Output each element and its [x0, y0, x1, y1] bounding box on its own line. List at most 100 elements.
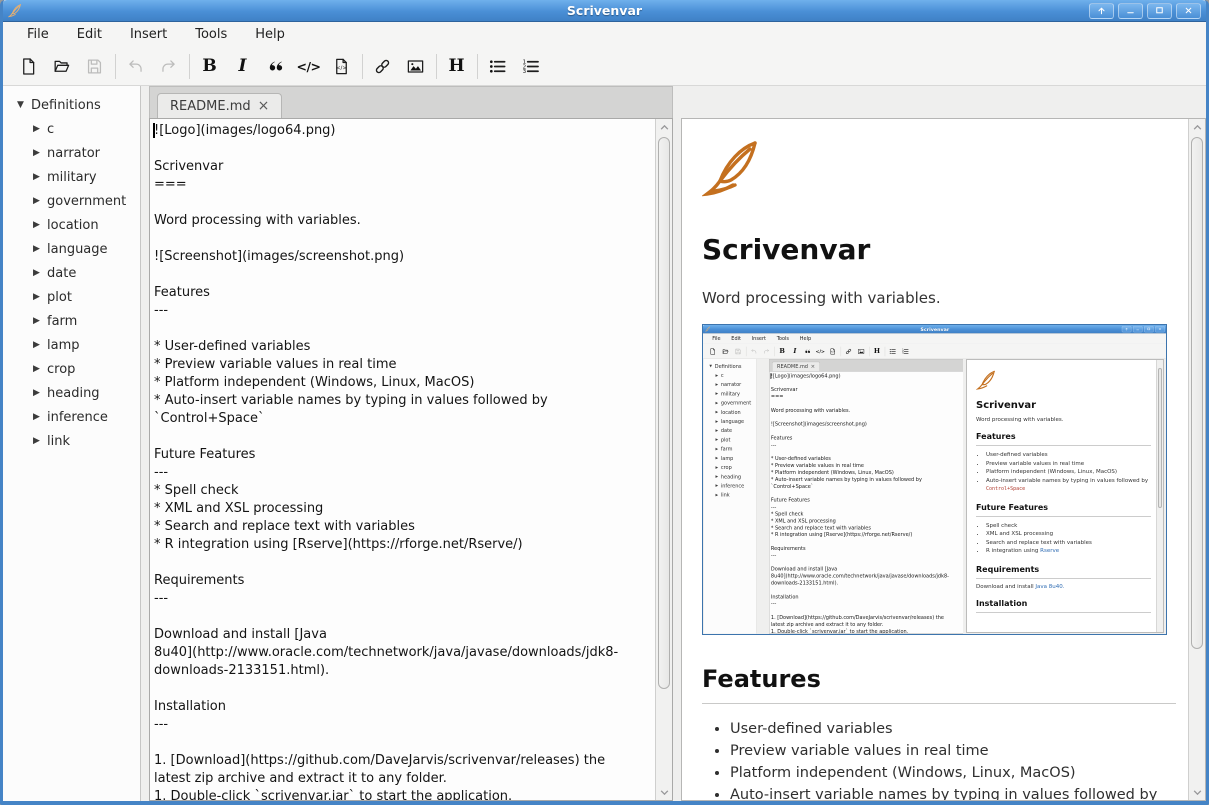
close-button[interactable]: [1176, 3, 1201, 19]
bold-button[interactable]: B: [196, 53, 223, 80]
chevron-collapsed-icon[interactable]: ▶: [33, 364, 47, 374]
features-heading: Features: [702, 665, 1176, 704]
menu-item[interactable]: Help: [241, 24, 299, 45]
scrollbar-thumb[interactable]: [1191, 137, 1203, 649]
maximize-button[interactable]: [1147, 3, 1172, 19]
chevron-collapsed-icon[interactable]: ▶: [33, 268, 47, 278]
chevron-collapsed-icon[interactable]: ▶: [33, 196, 47, 206]
save-file-button[interactable]: [81, 53, 108, 80]
mini-list-item: Preview variable values in real time: [986, 460, 1151, 469]
mini-tree-item-label: plot: [721, 437, 731, 443]
tree-item[interactable]: ▶ plot: [3, 285, 140, 309]
mini-definitions-sidebar: ▼ Definitions ▶ c ▶ narrator ▶ military …: [704, 359, 757, 634]
mini-maximize-button: [1144, 326, 1154, 332]
editor-scrollbar[interactable]: [655, 119, 672, 800]
italic-button[interactable]: I: [229, 53, 256, 80]
chevron-collapsed-icon[interactable]: ▶: [33, 244, 47, 254]
new-file-button[interactable]: [15, 53, 42, 80]
chevron-expanded-icon[interactable]: ▼: [17, 100, 31, 110]
tree-item[interactable]: ▶ location: [3, 213, 140, 237]
tree-item[interactable]: ▶ heading: [3, 381, 140, 405]
scroll-down-icon[interactable]: [1189, 784, 1205, 800]
heading-button[interactable]: H: [443, 53, 470, 80]
chevron-collapsed-icon[interactable]: ▶: [33, 316, 47, 326]
embedded-screenshot: Scrivenvar FileEditInsertToolsHelp: [702, 324, 1167, 635]
chevron-collapsed-icon[interactable]: ▶: [33, 148, 47, 158]
scrollbar-thumb[interactable]: [658, 137, 670, 689]
mini-editor-line: Features: [771, 435, 962, 442]
markdown-text-area[interactable]: ![Logo](images/logo64.png)Scrivenvar===W…: [150, 119, 655, 800]
mini-editor-line: * R integration using [Rserve](https://r…: [771, 532, 962, 539]
preview-scrollbar[interactable]: [1188, 119, 1205, 800]
chevron-collapsed-icon[interactable]: ▶: [33, 436, 47, 446]
code-block-button[interactable]: </>: [328, 53, 355, 80]
tree-item[interactable]: ▶ narrator: [3, 141, 140, 165]
menu-item[interactable]: Insert: [116, 24, 181, 45]
mini-editor-line: [771, 608, 962, 615]
mini-tree-item-label: crop: [721, 465, 732, 471]
menu-item[interactable]: Tools: [181, 24, 241, 45]
tree-item-label: c: [47, 122, 54, 137]
tab-readme[interactable]: README.md ×: [157, 93, 282, 118]
image-button[interactable]: [402, 53, 429, 80]
tree-item[interactable]: ▶ lamp: [3, 333, 140, 357]
mini-minimize-icon: [1136, 327, 1140, 331]
mini-editor-line: [771, 428, 962, 435]
undo-button[interactable]: [122, 53, 149, 80]
mini-list-item: XML and XSL processing: [986, 530, 1151, 539]
tree-item-definitions[interactable]: ▼ Definitions: [3, 93, 140, 117]
mini-tree-item-label: narrator: [721, 382, 741, 388]
editor-line: Future Features: [154, 446, 653, 464]
chevron-collapsed-icon[interactable]: ▶: [33, 412, 47, 422]
mini-tree-children: ▶ c ▶ narrator ▶ military ▶ government ▶…: [704, 371, 757, 500]
tab-close-icon[interactable]: ×: [258, 99, 270, 113]
minimize-button[interactable]: [1118, 3, 1143, 19]
mini-preview-title: Scrivenvar: [976, 400, 1151, 411]
scroll-down-icon[interactable]: [656, 784, 672, 800]
link-button[interactable]: [369, 53, 396, 80]
titlebar[interactable]: Scrivenvar: [3, 0, 1206, 22]
mini-link-icon: [845, 348, 852, 355]
tree-item[interactable]: ▶ inference: [3, 405, 140, 429]
tree-item[interactable]: ▶ government: [3, 189, 140, 213]
menu-item[interactable]: File: [13, 24, 63, 45]
mini-editor-line: latest zip archive and extract it to any…: [771, 621, 962, 628]
feature-item: Auto-insert variable names by typing in …: [730, 784, 1178, 800]
tree-item[interactable]: ▶ farm: [3, 309, 140, 333]
shade-window-button[interactable]: [1089, 3, 1114, 19]
link-icon: [373, 57, 392, 76]
tree-item[interactable]: ▶ military: [3, 165, 140, 189]
blockquote-button[interactable]: [262, 53, 289, 80]
menu-item[interactable]: Edit: [63, 24, 116, 45]
mini-code-block-button: </>: [828, 346, 838, 356]
tree-item[interactable]: ▶ language: [3, 237, 140, 261]
tree-item[interactable]: ▶ date: [3, 261, 140, 285]
open-file-button[interactable]: [48, 53, 75, 80]
numbered-list-button[interactable]: 123: [517, 53, 544, 80]
redo-button[interactable]: [155, 53, 182, 80]
mini-list-item: Search and replace text with variables: [986, 539, 1151, 548]
mini-sidebar: ▼ Definitions ▶ c ▶ narrator ▶ military …: [704, 359, 758, 634]
tree-item[interactable]: ▶ link: [3, 429, 140, 453]
chevron-collapsed-icon[interactable]: ▶: [33, 292, 47, 302]
scroll-up-icon[interactable]: [656, 119, 672, 135]
chevron-collapsed-icon[interactable]: ▶: [33, 220, 47, 230]
chevron-collapsed-icon[interactable]: ▶: [33, 124, 47, 134]
scroll-up-icon[interactable]: [1189, 119, 1205, 135]
tree-item[interactable]: ▶ c: [3, 117, 140, 141]
editor-line: ---: [154, 590, 653, 608]
window-title: Scrivenvar: [3, 3, 1206, 18]
feature-item: User-defined variables: [730, 718, 1178, 740]
mini-editor-line: 1. [Download](https://github.com/DaveJar…: [771, 614, 962, 621]
mini-new-file-icon: [709, 348, 716, 355]
tree-children: ▶ c ▶ narrator ▶ military ▶ government ▶…: [3, 117, 140, 453]
chevron-collapsed-icon[interactable]: ▶: [33, 388, 47, 398]
mini-editor: README.md × ![Logo](images/logo64.png)Sc…: [761, 359, 963, 634]
bulleted-list-button[interactable]: [484, 53, 511, 80]
mini-list-item: Spell check: [986, 522, 1151, 531]
mini-preview-tagline: Word processing with variables.: [976, 417, 1151, 423]
chevron-collapsed-icon[interactable]: ▶: [33, 340, 47, 350]
chevron-collapsed-icon[interactable]: ▶: [33, 172, 47, 182]
inline-code-button[interactable]: </>: [295, 53, 322, 80]
tree-item[interactable]: ▶ crop: [3, 357, 140, 381]
